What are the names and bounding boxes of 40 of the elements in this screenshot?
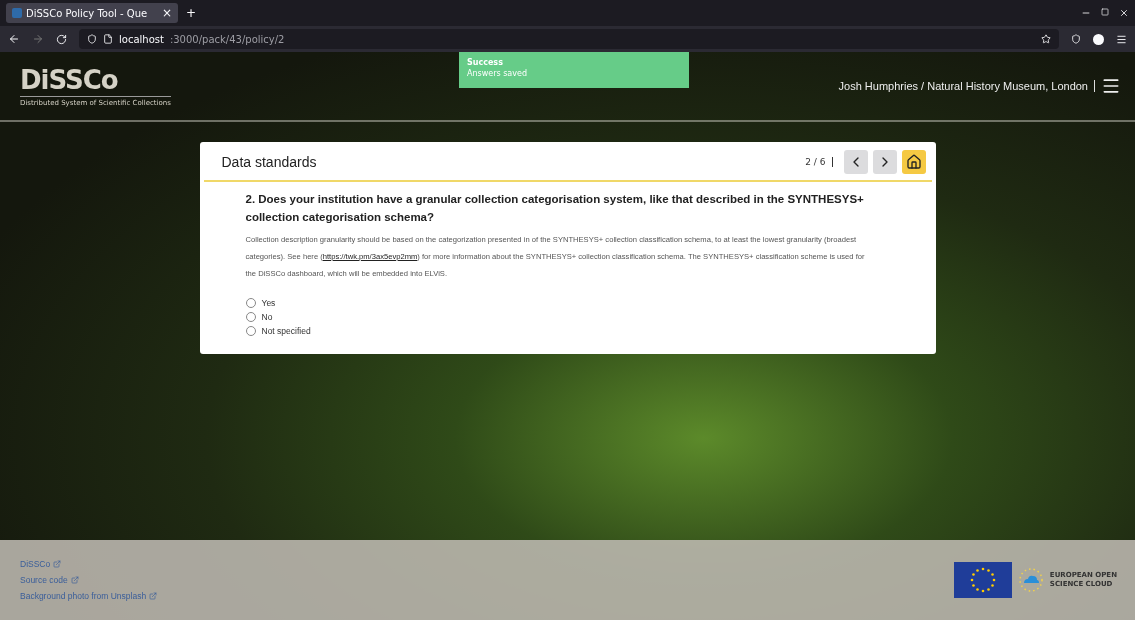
home-icon [905, 154, 922, 170]
shield-icon [87, 34, 97, 44]
address-bar[interactable]: localhost :3000/pack/43/policy/2 [79, 29, 1059, 49]
menu-icon [1101, 76, 1121, 96]
url-host: localhost [119, 33, 164, 45]
section-title: Data standards [221, 154, 318, 170]
new-tab-button[interactable]: + [186, 6, 197, 20]
next-button[interactable] [872, 150, 897, 174]
previous-button[interactable] [843, 150, 868, 174]
option-label: Yes [261, 298, 276, 308]
menu-icon[interactable] [1116, 33, 1127, 45]
radio-button[interactable] [245, 298, 256, 308]
close-icon[interactable] [1119, 8, 1129, 18]
maximize-icon[interactable] [1101, 8, 1109, 16]
question-text: 2. Does your institution have a granular collection categorisation system, like that described in the SYNTHESYS+ collection categorisation schema? [245, 192, 865, 225]
account-avatar[interactable] [1093, 33, 1104, 45]
star-icon[interactable] [1041, 34, 1051, 44]
radio-button[interactable] [245, 312, 256, 322]
toast-message: Answers saved [467, 69, 528, 78]
radio-button[interactable] [245, 326, 256, 336]
page-icon [103, 34, 113, 44]
option-label: No [261, 312, 273, 322]
user-name: Josh Humphries / Natural History Museum, London [838, 80, 1095, 92]
progress-counter: 2 / 6 [805, 157, 833, 167]
eu-flag-icon [953, 562, 1012, 598]
browser-tab[interactable]: DiSSCo Policy Tool - Que × [6, 3, 178, 23]
logo-text: DiSSCo [20, 65, 119, 94]
option-label: Not specified [261, 326, 311, 336]
cloud-logo-icon [1017, 567, 1044, 593]
toast-title: Success [467, 58, 504, 67]
site-icon [12, 8, 22, 18]
home-button[interactable] [901, 150, 926, 174]
external-link-icon [149, 592, 158, 600]
back-icon[interactable] [8, 33, 20, 45]
reload-icon[interactable] [56, 33, 67, 45]
external-link-icon [70, 576, 79, 584]
external-link-icon [53, 560, 62, 568]
url-path: :3000/pack/43/policy/2 [169, 33, 286, 45]
tab-close-button[interactable]: × [161, 6, 172, 20]
tab-title: DiSSCo Policy Tool - Que [26, 7, 149, 19]
